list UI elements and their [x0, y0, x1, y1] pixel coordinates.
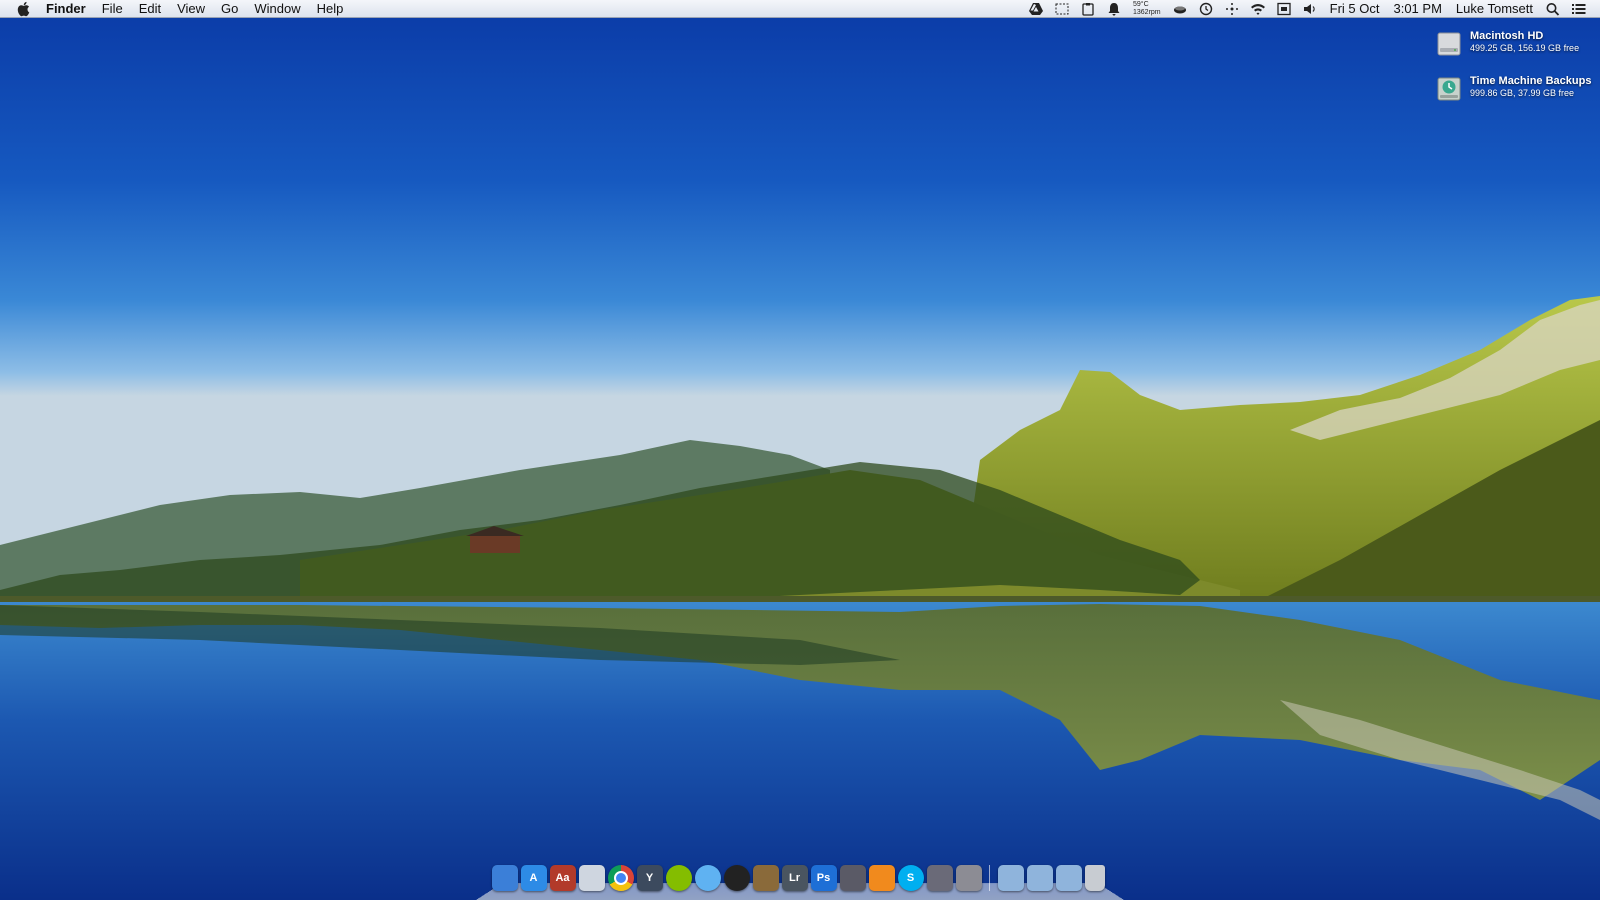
clipboard-icon[interactable] [1080, 2, 1096, 16]
dock-app-label: Y [645, 872, 654, 884]
dock-app-label: Ps [816, 872, 831, 884]
google-drive-icon[interactable] [1028, 2, 1044, 16]
notification-center-icon[interactable] [1571, 2, 1587, 16]
menu-go[interactable]: Go [213, 0, 246, 18]
dock-app-iphoto[interactable] [752, 865, 779, 891]
app-menu-finder[interactable]: Finder [38, 0, 94, 18]
menu-bar: Finder File Edit View Go Window Help 59°… [0, 0, 1600, 18]
dock-app-dictionary[interactable]: Aa [549, 865, 576, 891]
dock-app-skype[interactable]: S [897, 865, 924, 891]
input-icon[interactable] [1276, 2, 1292, 16]
time-machine-icon[interactable] [1198, 2, 1214, 16]
dock-separator [989, 865, 990, 891]
menu-view[interactable]: View [169, 0, 213, 18]
date-text[interactable]: Fri 5 Oct [1323, 0, 1387, 18]
temperature-fan-readout[interactable]: 59°C 1362rpm [1127, 1, 1167, 17]
dock-documents-folder[interactable] [1026, 865, 1053, 891]
wallpaper [0, 0, 1600, 900]
volume-icon[interactable] [1302, 2, 1318, 16]
dock: A Aa Y Lr Ps S [476, 862, 1124, 900]
menu-edit[interactable]: Edit [131, 0, 169, 18]
dock-app-messages[interactable] [694, 865, 721, 891]
spotlight-icon[interactable] [1545, 2, 1561, 16]
screenshot-icon[interactable] [1054, 2, 1070, 16]
dock-app-label: A [529, 872, 538, 884]
dock-app-finder[interactable] [491, 865, 518, 891]
dock-app-lightroom[interactable]: Lr [781, 865, 808, 891]
dock-app-label: Aa [555, 872, 570, 884]
menu-file[interactable]: File [94, 0, 131, 18]
desktop-item-macintosh-hd[interactable]: Macintosh HD 499.25 GB, 156.19 GB free [1436, 30, 1579, 58]
dock-app-chrome[interactable] [607, 865, 634, 891]
hard-drive-icon [1437, 32, 1461, 56]
menu-window[interactable]: Window [246, 0, 308, 18]
apple-menu-icon[interactable] [16, 1, 30, 17]
dock-trash[interactable] [1084, 865, 1105, 891]
dock-app-app-store[interactable]: A [520, 865, 547, 891]
time-text[interactable]: 3:01 PM [1386, 0, 1448, 18]
dock-app-final-cut[interactable] [839, 865, 866, 891]
dock-applications-folder[interactable] [997, 865, 1024, 891]
cup-icon[interactable] [1172, 2, 1188, 16]
notification-icon[interactable] [1106, 2, 1122, 16]
desktop-item-time-machine-backups[interactable]: Time Machine Backups 999.86 GB, 37.99 GB… [1436, 75, 1591, 103]
desktop: Finder File Edit View Go Window Help 59°… [0, 0, 1600, 900]
drive-name: Macintosh HD [1470, 30, 1544, 42]
temperature-text: 59°C [1133, 0, 1149, 8]
dock-app-system-preferences[interactable] [955, 865, 982, 891]
dock-downloads-folder[interactable] [1055, 865, 1082, 891]
time-machine-drive-icon [1437, 77, 1461, 101]
fan-speed-text: 1362rpm [1133, 8, 1161, 16]
menu-help[interactable]: Help [309, 0, 352, 18]
dock-app-label: S [906, 872, 915, 884]
dock-app-spotify[interactable] [665, 865, 692, 891]
drive-info: 499.25 GB, 156.19 GB free [1470, 43, 1580, 53]
drive-info: 999.86 GB, 37.99 GB free [1470, 88, 1575, 98]
drive-name: Time Machine Backups [1470, 75, 1592, 87]
dock-app-script-editor[interactable] [926, 865, 953, 891]
dock-app-photoshop[interactable]: Ps [810, 865, 837, 891]
dock-app-aperture[interactable] [723, 865, 750, 891]
dock-icons: A Aa Y Lr Ps S [490, 862, 1106, 894]
bluetooth-icon[interactable] [1224, 2, 1240, 16]
user-name[interactable]: Luke Tomsett [1449, 0, 1540, 18]
dock-app-label: Lr [789, 872, 800, 884]
wifi-icon[interactable] [1250, 2, 1266, 16]
dock-app-yoink[interactable]: Y [636, 865, 663, 891]
dock-app-preview[interactable] [578, 865, 605, 891]
dock-app-vlc[interactable] [868, 865, 895, 891]
